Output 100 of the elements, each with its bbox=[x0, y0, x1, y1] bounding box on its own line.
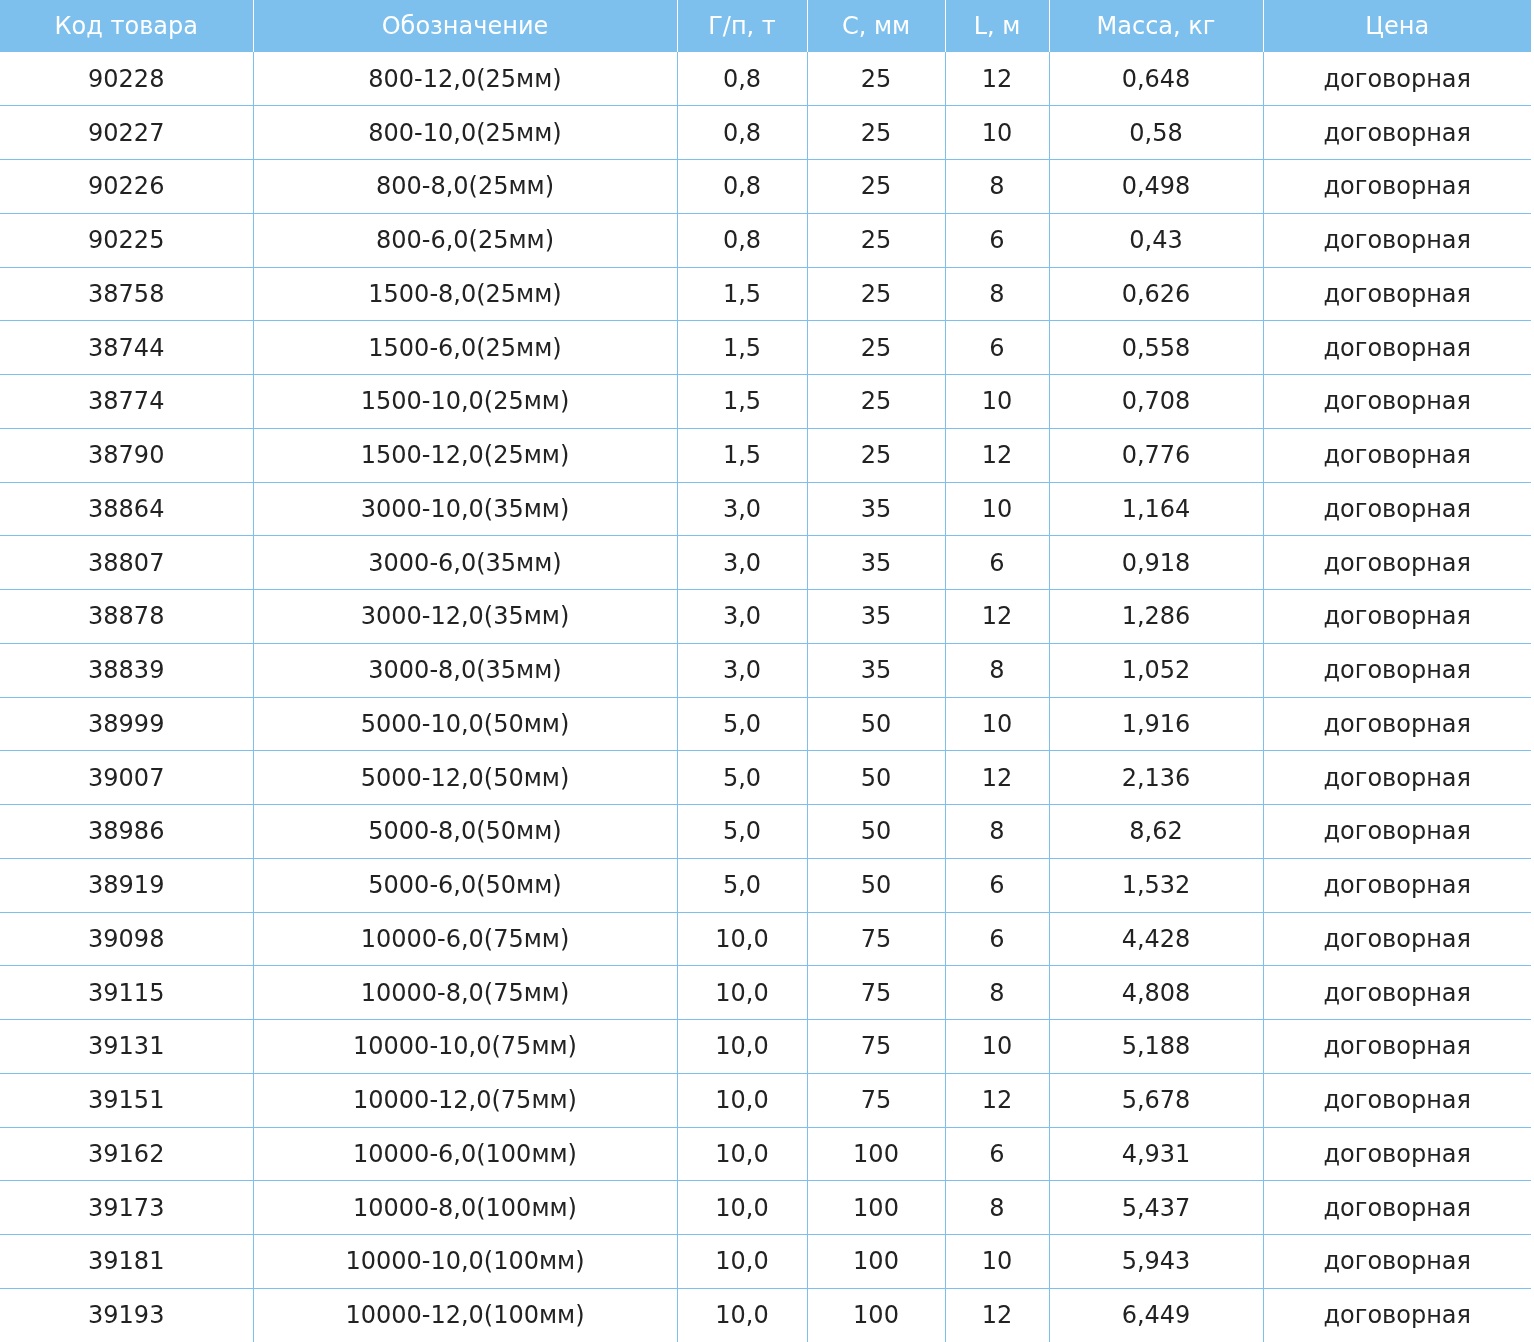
table-cell: 39007 bbox=[0, 750, 253, 805]
table-cell: 10,0 bbox=[677, 1180, 807, 1235]
table-cell: 10000-10,0(75мм) bbox=[253, 1019, 677, 1074]
table-cell: 38986 bbox=[0, 804, 253, 859]
table-cell: 12 bbox=[945, 589, 1049, 644]
table-cell: договорная bbox=[1263, 1180, 1531, 1235]
table-cell: договорная bbox=[1263, 589, 1531, 644]
table-cell: 4,931 bbox=[1049, 1127, 1263, 1181]
table-cell: 10,0 bbox=[677, 965, 807, 1020]
table-cell: 35 bbox=[807, 589, 945, 644]
table-cell: 3000-8,0(35мм) bbox=[253, 643, 677, 697]
table-cell: 1,5 bbox=[677, 320, 807, 375]
table-cell: договорная bbox=[1263, 428, 1531, 482]
table-cell: 10000-8,0(75мм) bbox=[253, 965, 677, 1020]
table-cell: 38839 bbox=[0, 643, 253, 697]
table-cell: 10,0 bbox=[677, 912, 807, 966]
table-cell: договорная bbox=[1263, 912, 1531, 966]
table-cell: 0,8 bbox=[677, 52, 807, 106]
table-cell: 4,808 bbox=[1049, 965, 1263, 1020]
table-cell: договорная bbox=[1263, 267, 1531, 321]
table-cell: договорная bbox=[1263, 159, 1531, 214]
table-cell: 10 bbox=[945, 1019, 1049, 1074]
table-cell: 5000-6,0(50мм) bbox=[253, 858, 677, 912]
table-cell: 0,8 bbox=[677, 213, 807, 267]
table-cell: 38919 bbox=[0, 858, 253, 912]
table-cell: 25 bbox=[807, 267, 945, 321]
table-cell: договорная bbox=[1263, 1288, 1531, 1342]
table-cell: 39173 bbox=[0, 1180, 253, 1235]
table-cell: договорная bbox=[1263, 105, 1531, 160]
table-cell: 8 bbox=[945, 267, 1049, 321]
table-cell: 0,58 bbox=[1049, 105, 1263, 160]
table-cell: 800-6,0(25мм) bbox=[253, 213, 677, 267]
table-cell: 8 bbox=[945, 965, 1049, 1020]
table-cell: 5,437 bbox=[1049, 1180, 1263, 1235]
table-cell: 8,62 bbox=[1049, 804, 1263, 859]
table-cell: 90226 bbox=[0, 159, 253, 214]
table-cell: 90225 bbox=[0, 213, 253, 267]
table-cell: 25 bbox=[807, 105, 945, 160]
table-cell: 0,8 bbox=[677, 105, 807, 160]
table-cell: договорная bbox=[1263, 697, 1531, 751]
table-cell: 38878 bbox=[0, 589, 253, 644]
table-cell: 10000-8,0(100мм) bbox=[253, 1180, 677, 1235]
table-cell: 75 bbox=[807, 965, 945, 1020]
table-cell: 38864 bbox=[0, 482, 253, 536]
table-cell: 0,776 bbox=[1049, 428, 1263, 482]
table-cell: 10000-10,0(100мм) bbox=[253, 1234, 677, 1289]
table-cell: 1,532 bbox=[1049, 858, 1263, 912]
table-cell: 5,0 bbox=[677, 750, 807, 805]
table-cell: 1,164 bbox=[1049, 482, 1263, 536]
table-cell: договорная bbox=[1263, 1234, 1531, 1289]
table-cell: 800-12,0(25мм) bbox=[253, 52, 677, 106]
table-cell: 1,286 bbox=[1049, 589, 1263, 644]
column-header: Г/п, т bbox=[677, 0, 807, 52]
column-header: L, м bbox=[945, 0, 1049, 52]
table-cell: 6 bbox=[945, 320, 1049, 375]
table-cell: 35 bbox=[807, 643, 945, 697]
table-cell: 5000-8,0(50мм) bbox=[253, 804, 677, 859]
table-cell: 39098 bbox=[0, 912, 253, 966]
table-cell: 10,0 bbox=[677, 1234, 807, 1289]
table-cell: договорная bbox=[1263, 374, 1531, 429]
table-cell: 3000-10,0(35мм) bbox=[253, 482, 677, 536]
table-cell: 5,943 bbox=[1049, 1234, 1263, 1289]
table-cell: 100 bbox=[807, 1288, 945, 1342]
table-cell: договорная bbox=[1263, 52, 1531, 106]
table-cell: 10,0 bbox=[677, 1288, 807, 1342]
table-cell: 38807 bbox=[0, 535, 253, 590]
table-cell: 75 bbox=[807, 912, 945, 966]
table-cell: договорная bbox=[1263, 1127, 1531, 1181]
table-cell: 8 bbox=[945, 159, 1049, 214]
table-cell: 3000-6,0(35мм) bbox=[253, 535, 677, 590]
table-cell: 10 bbox=[945, 697, 1049, 751]
table-cell: 3,0 bbox=[677, 535, 807, 590]
table-cell: 2,136 bbox=[1049, 750, 1263, 805]
table-cell: 800-10,0(25мм) bbox=[253, 105, 677, 160]
table-cell: договорная bbox=[1263, 858, 1531, 912]
table-cell: 10000-6,0(100мм) bbox=[253, 1127, 677, 1181]
table-cell: 0,498 bbox=[1049, 159, 1263, 214]
table-cell: 10 bbox=[945, 482, 1049, 536]
table-cell: 5000-10,0(50мм) bbox=[253, 697, 677, 751]
column-header: Обозначение bbox=[253, 0, 677, 52]
table-cell: договорная bbox=[1263, 320, 1531, 375]
table-cell: 3,0 bbox=[677, 643, 807, 697]
table-cell: 0,708 bbox=[1049, 374, 1263, 429]
table-cell: 90228 bbox=[0, 52, 253, 106]
table-cell: 0,648 bbox=[1049, 52, 1263, 106]
table-cell: договорная bbox=[1263, 1019, 1531, 1074]
table-cell: 0,918 bbox=[1049, 535, 1263, 590]
table-cell: 25 bbox=[807, 159, 945, 214]
table-cell: 12 bbox=[945, 1288, 1049, 1342]
table-cell: 50 bbox=[807, 858, 945, 912]
table-cell: 8 bbox=[945, 643, 1049, 697]
table-cell: 100 bbox=[807, 1180, 945, 1235]
table-cell: 10000-6,0(75мм) bbox=[253, 912, 677, 966]
table-cell: 5,0 bbox=[677, 697, 807, 751]
table-cell: 1,5 bbox=[677, 428, 807, 482]
table-cell: 25 bbox=[807, 320, 945, 375]
table-cell: 1,5 bbox=[677, 374, 807, 429]
table-cell: 39181 bbox=[0, 1234, 253, 1289]
table-cell: 1500-10,0(25мм) bbox=[253, 374, 677, 429]
table-cell: 90227 bbox=[0, 105, 253, 160]
